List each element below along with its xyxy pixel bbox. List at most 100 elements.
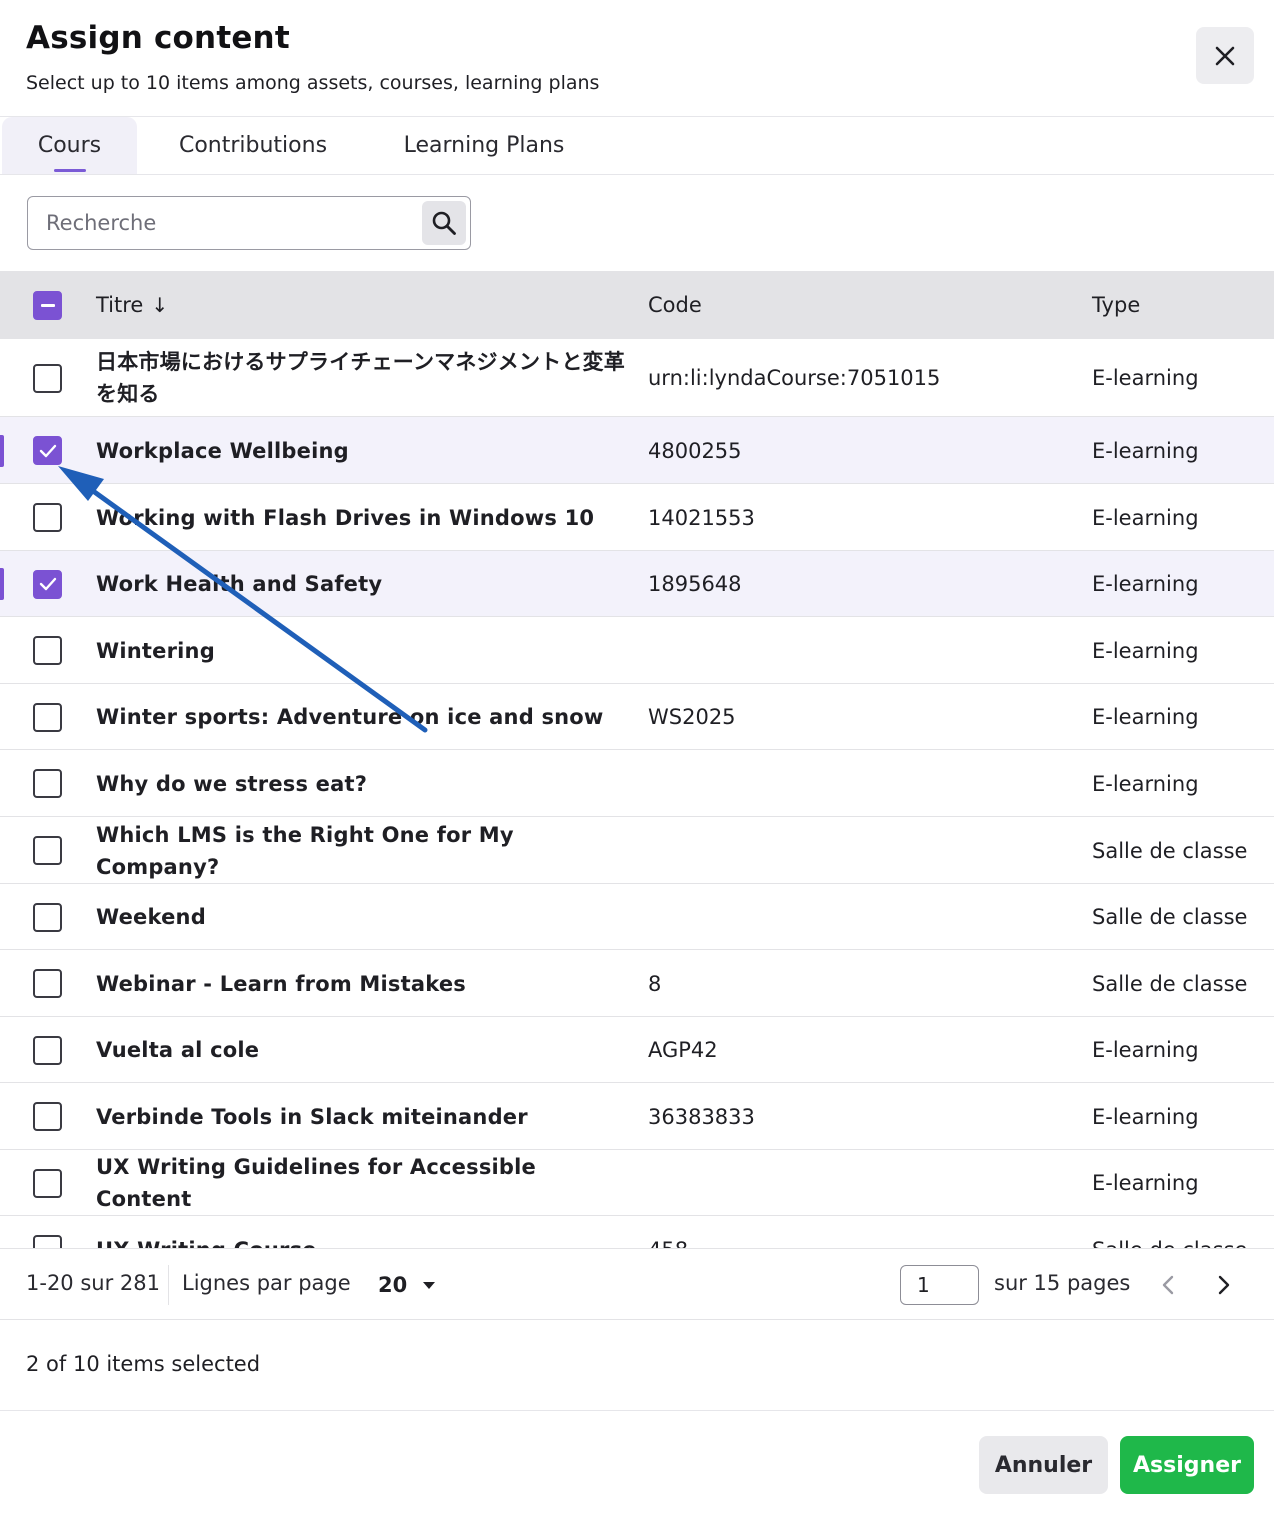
- assign-button[interactable]: Assigner: [1120, 1436, 1254, 1494]
- selected-row-indicator: [0, 434, 4, 467]
- column-title-label: Titre: [96, 293, 144, 317]
- check-icon: [39, 577, 56, 591]
- row-type: E-learning: [1092, 366, 1199, 390]
- search-input[interactable]: [29, 198, 419, 248]
- row-title: Work Health and Safety: [96, 572, 383, 596]
- column-header-title[interactable]: Titre ↓: [96, 271, 168, 339]
- pagination-divider: [168, 1265, 169, 1305]
- row-title: Why do we stress eat?: [96, 771, 368, 796]
- row-checkbox[interactable]: [33, 503, 62, 532]
- row-code: urn:li:lyndaCourse:7051015: [648, 366, 941, 390]
- row-title: Wintering: [96, 638, 215, 663]
- table-row[interactable]: 日本市場におけるサプライチェーンマネジメントと変革を知る urn:li:lynda…: [0, 339, 1274, 417]
- assign-content-dialog: Assign content Select up to 10 items amo…: [0, 0, 1274, 1516]
- row-title: Weekend: [96, 905, 206, 929]
- row-code: AGP42: [648, 1038, 718, 1062]
- table-row[interactable]: Working with Flash Drives in Windows 10 1…: [0, 484, 1274, 551]
- table-row[interactable]: UX Writing Course 458 Salle de classe: [0, 1216, 1274, 1248]
- row-code: WS2025: [648, 705, 736, 729]
- row-title: Winter sports: Adventure on ice and snow: [96, 705, 604, 729]
- footer-divider: [0, 1410, 1274, 1411]
- row-checkbox[interactable]: [33, 1035, 62, 1065]
- row-type: E-learning: [1092, 705, 1199, 729]
- table-row[interactable]: Which LMS is the Right One for My Compan…: [0, 817, 1274, 884]
- table-header: Titre ↓ Code Type: [0, 271, 1274, 339]
- total-pages-label: sur 15 pages: [994, 1271, 1131, 1295]
- row-checkbox[interactable]: [33, 1168, 62, 1198]
- chevron-right-icon: [1218, 1275, 1230, 1295]
- row-checkbox[interactable]: [33, 1235, 62, 1248]
- content-tabs: Cours Contributions Learning Plans: [0, 117, 1274, 175]
- table-row[interactable]: Webinar - Learn from Mistakes 8 Salle de c…: [0, 950, 1274, 1017]
- pagination-bar: 1-20 sur 281 Lignes par page 20 sur 15 p…: [0, 1248, 1274, 1320]
- table-row[interactable]: Winter sports: Adventure on ice and snow…: [0, 684, 1274, 750]
- search-button[interactable]: [422, 201, 466, 245]
- row-checkbox[interactable]: [33, 769, 62, 798]
- check-icon: [39, 444, 56, 457]
- search-box: [27, 196, 471, 250]
- row-title: UX Writing Guidelines for Accessible Con…: [96, 1155, 536, 1211]
- table-row[interactable]: Wintering E-learning: [0, 617, 1274, 684]
- next-page-button[interactable]: [1208, 1267, 1240, 1303]
- row-code: [648, 884, 1068, 950]
- dialog-header: Assign content Select up to 10 items amo…: [0, 0, 1274, 117]
- row-title: Which LMS is the Right One for My Compan…: [96, 822, 514, 879]
- table-row[interactable]: Why do we stress eat? E-learning: [0, 750, 1274, 817]
- row-title: Webinar - Learn from Mistakes: [96, 971, 466, 996]
- row-type: E-learning: [1092, 638, 1199, 663]
- pagination-range: 1-20 sur 281: [26, 1271, 160, 1295]
- row-code: 14021553: [648, 505, 755, 530]
- row-type: Salle de classe: [1092, 905, 1248, 929]
- row-type: E-learning: [1092, 771, 1199, 796]
- row-code: [648, 817, 1068, 884]
- row-code: 4800255: [648, 438, 742, 463]
- table-row[interactable]: Weekend Salle de classe: [0, 884, 1274, 950]
- dialog-subtitle: Select up to 10 items among assets, cour…: [26, 72, 600, 94]
- row-code: 1895648: [648, 572, 742, 596]
- tab-learning-plans[interactable]: Learning Plans: [392, 117, 576, 174]
- dialog-title: Assign content: [26, 20, 290, 56]
- row-code: 458: [648, 1216, 1068, 1249]
- select-all-checkbox[interactable]: [33, 291, 62, 320]
- row-type: E-learning: [1092, 1104, 1199, 1129]
- table-row[interactable]: Work Health and Safety 1895648 E-learning: [0, 551, 1274, 617]
- table-row[interactable]: Verbinde Tools in Slack miteinander 36383…: [0, 1083, 1274, 1150]
- close-icon: [1215, 46, 1235, 65]
- selected-row-indicator: [0, 568, 4, 600]
- tab-cours[interactable]: Cours: [2, 117, 137, 174]
- row-type: E-learning: [1092, 505, 1199, 530]
- rows-per-page-label: Lignes par page: [182, 1271, 351, 1295]
- row-title: Verbinde Tools in Slack miteinander: [96, 1104, 528, 1129]
- caret-down-icon: [423, 1281, 436, 1289]
- row-checkbox[interactable]: [33, 902, 62, 932]
- table-row[interactable]: UX Writing Guidelines for Accessible Con…: [0, 1150, 1274, 1216]
- table-row[interactable]: Workplace Wellbeing 4800255 E-learning: [0, 417, 1274, 484]
- column-header-type: Type: [1092, 293, 1141, 317]
- row-checkbox[interactable]: [33, 969, 62, 998]
- row-code: [648, 1150, 1068, 1216]
- close-button[interactable]: [1196, 27, 1254, 84]
- row-checkbox[interactable]: [33, 363, 62, 393]
- row-type: Salle de classe: [1092, 838, 1248, 863]
- active-tab-indicator: [53, 169, 86, 172]
- cancel-button[interactable]: Annuler: [979, 1436, 1108, 1494]
- tab-contributions[interactable]: Contributions: [166, 117, 340, 174]
- selection-status: 2 of 10 items selected: [26, 1352, 261, 1376]
- row-checkbox[interactable]: [33, 702, 62, 732]
- table-row[interactable]: Vuelta al cole AGP42 E-learning: [0, 1017, 1274, 1083]
- row-checkbox[interactable]: [33, 1102, 62, 1131]
- rows-per-page-select[interactable]: 20: [368, 1263, 448, 1307]
- previous-page-button[interactable]: [1152, 1267, 1184, 1303]
- row-title: Workplace Wellbeing: [96, 438, 349, 463]
- row-checkbox[interactable]: [33, 636, 62, 665]
- tab-label: Cours: [37, 133, 102, 158]
- row-checkbox[interactable]: [33, 436, 62, 465]
- page-number-input[interactable]: [900, 1265, 979, 1305]
- column-header-code: Code: [648, 293, 702, 317]
- row-code: 8: [648, 971, 662, 996]
- row-title: Working with Flash Drives in Windows 10: [96, 505, 595, 530]
- row-checkbox[interactable]: [33, 836, 62, 865]
- row-title: 日本市場におけるサプライチェーンマネジメントと変革を知る: [96, 350, 625, 406]
- minus-icon: [40, 303, 55, 307]
- row-checkbox[interactable]: [33, 569, 62, 599]
